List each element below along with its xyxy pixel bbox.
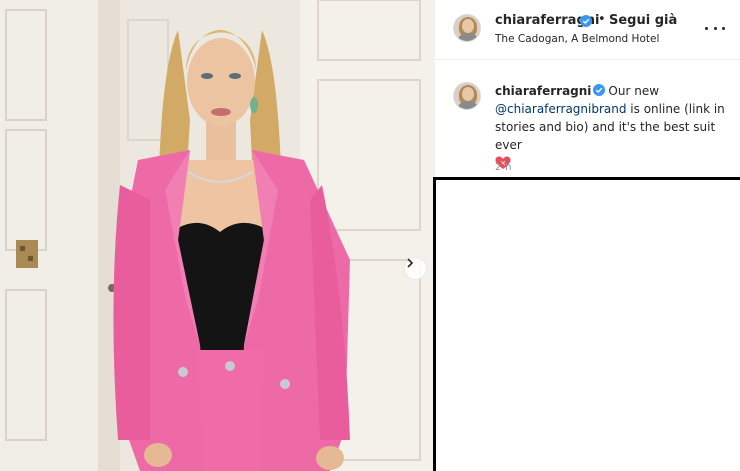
caption-text: chiaraferragni Our new @chiaraferragnibra… [495,82,733,170]
avatar[interactable] [453,82,481,110]
caption-comment: chiaraferragni Our new @chiaraferragnibra… [435,60,740,179]
more-horizontal-icon [705,26,708,30]
post-photo[interactable] [0,0,435,471]
verified-badge-icon [593,84,606,96]
separator-dot: • [598,12,606,27]
brand-mention-link[interactable]: @chiaraferragnibrand [495,102,626,116]
blank-region [433,177,740,471]
location-link[interactable]: The Cadogan, A Belmond Hotel [495,33,659,45]
caption-text-before: Our new [608,84,660,98]
verified-badge-icon [580,15,592,27]
more-options-button[interactable] [705,20,725,36]
photo-illustration [0,0,435,471]
caption-username[interactable]: chiaraferragni [495,84,591,98]
post-side-panel: chiaraferragni • Segui già The Cadogan, … [435,0,740,179]
chevron-right-icon [407,258,414,268]
following-button[interactable]: Segui già [609,13,677,28]
next-photo-button[interactable] [404,257,427,280]
post-header: chiaraferragni • Segui già The Cadogan, … [435,0,740,60]
post-timestamp[interactable]: 2 h [495,162,512,173]
avatar[interactable] [453,14,481,42]
